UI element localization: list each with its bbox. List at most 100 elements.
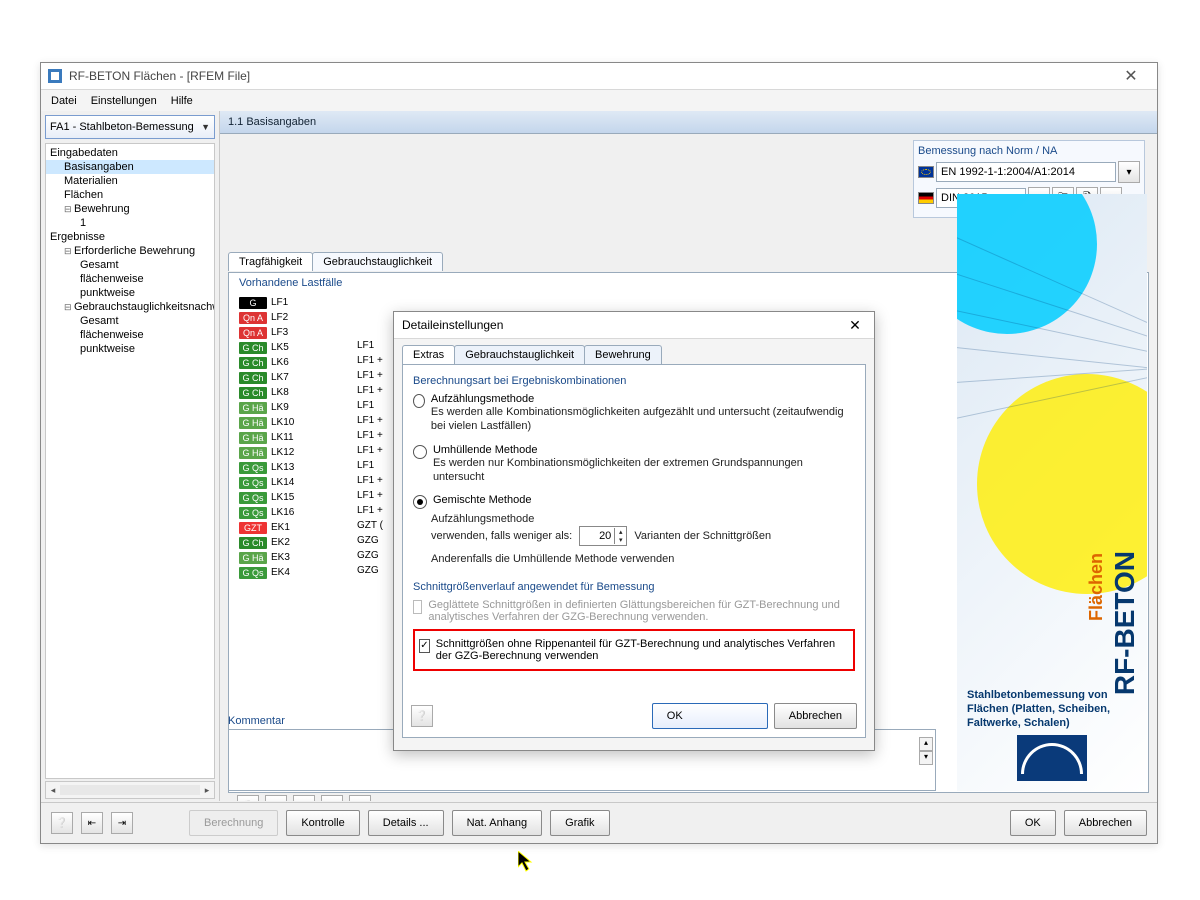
loadcase-tag: G Qs: [239, 567, 267, 579]
dialog-close-button[interactable]: ✕: [844, 317, 866, 334]
prev-icon[interactable]: ⇤: [81, 812, 103, 834]
loadcase-name: LK16: [271, 507, 294, 518]
loadcase-row[interactable]: G QsLK13: [239, 460, 349, 475]
loadcase-row[interactable]: G HäLK12: [239, 445, 349, 460]
menu-settings[interactable]: Einstellungen: [91, 95, 157, 107]
loadcase-tag: G Hä: [239, 417, 267, 429]
loadcase-row[interactable]: G HäEK3: [239, 550, 349, 565]
loadcase-row[interactable]: GZTEK1: [239, 520, 349, 535]
columns-icon[interactable]: ⎚: [321, 795, 343, 801]
eu-flag-icon: [918, 166, 934, 178]
loadcase-row[interactable]: G ChLK8: [239, 385, 349, 400]
loadcase-name: EK2: [271, 537, 290, 548]
collapse-icon[interactable]: ⊟: [64, 302, 74, 313]
loadcase-row[interactable]: G QsLK14: [239, 475, 349, 490]
loadcase-name: LK15: [271, 492, 294, 503]
tree-bewehrung[interactable]: ⊟Bewehrung: [46, 202, 214, 216]
dialog-cancel-button[interactable]: Abbrechen: [774, 703, 857, 729]
loadcase-row[interactable]: G Ch EK2: [239, 535, 349, 550]
grafik-button[interactable]: Grafik: [550, 810, 609, 836]
close-button[interactable]: ✕: [1111, 66, 1151, 86]
footer: ❔ ⇤ ⇥ Berechnung Kontrolle Details ... N…: [41, 802, 1157, 843]
collapse-icon[interactable]: ⊟: [64, 204, 74, 215]
tree-eingabedaten[interactable]: Eingabedaten: [46, 146, 214, 160]
variants-spinner[interactable]: ▴▾: [579, 526, 627, 546]
tree-ergebnisse[interactable]: Ergebnisse: [46, 230, 214, 244]
tree-punktweise[interactable]: punktweise: [46, 286, 214, 300]
loadcase-row[interactable]: G QsLK16: [239, 505, 349, 520]
tab-bewehrung[interactable]: Bewehrung: [584, 345, 662, 364]
tree-pw2[interactable]: punktweise: [46, 342, 214, 356]
loadcase-row[interactable]: G QsEK4: [239, 565, 349, 580]
tab-tragfaehigkeit[interactable]: Tragfähigkeit: [228, 252, 313, 271]
tree-basisangaben[interactable]: Basisangaben: [46, 160, 214, 174]
radio-aufzaehlung[interactable]: Aufzählungsmethode Es werden alle Kombin…: [413, 393, 855, 434]
case-combobox[interactable]: FA1 - Stahlbeton-Bemessung ▼: [45, 115, 215, 139]
loadcase-row[interactable]: Qn ALF3: [239, 325, 349, 340]
loadcase-row[interactable]: G HäLK9: [239, 400, 349, 415]
tree-gesamt2[interactable]: Gesamt: [46, 314, 214, 328]
check-ohne-rippen[interactable]: Schnittgrößen ohne Rippenanteil für GZT-…: [419, 638, 849, 662]
chevron-down-icon: ▼: [201, 122, 210, 132]
help-icon[interactable]: ❔: [411, 705, 433, 727]
loadcase-row[interactable]: Qn ALF2: [239, 310, 349, 325]
abbrechen-button[interactable]: Abbrechen: [1064, 810, 1147, 836]
up-icon[interactable]: ▴: [919, 737, 933, 751]
loadcase-row[interactable]: G ChLK5: [239, 340, 349, 355]
loadcase-name: LK5: [271, 342, 289, 353]
tree-erf-bewehrung[interactable]: ⊟Erforderliche Bewehrung: [46, 244, 214, 258]
copy-icon[interactable]: ⎘: [349, 795, 371, 801]
menu-file[interactable]: Datei: [51, 95, 77, 107]
nav-tree[interactable]: Eingabedaten Basisangaben Materialien Fl…: [45, 143, 215, 779]
ok-button[interactable]: OK: [1010, 810, 1056, 836]
loadcase-tag: G Ch: [239, 387, 267, 399]
tree-gesamt[interactable]: Gesamt: [46, 258, 214, 272]
tree-flw2[interactable]: flächenweise: [46, 328, 214, 342]
loadcase-name: EK3: [271, 552, 290, 563]
loadcase-row[interactable]: G HäLK10: [239, 415, 349, 430]
up-icon[interactable]: ▴: [614, 528, 626, 536]
loadcase-list[interactable]: GLF1Qn ALF2Qn ALF3G ChLK5G ChLK6G ChLK7G…: [239, 295, 349, 752]
loadcase-name: LF2: [271, 312, 288, 323]
tab-extras[interactable]: Extras: [402, 345, 455, 364]
down-icon[interactable]: ▾: [614, 536, 626, 544]
scroll-right-icon[interactable]: ▸: [200, 785, 214, 796]
loadcase-row[interactable]: G QsLK15: [239, 490, 349, 505]
radio-gemischt[interactable]: Gemischte Methode: [413, 494, 855, 509]
tree-materialien[interactable]: Materialien: [46, 174, 214, 188]
details-button[interactable]: Details ...: [368, 810, 444, 836]
zero-icon[interactable]: 0.00: [265, 795, 287, 801]
tree-flaechen[interactable]: Flächen: [46, 188, 214, 202]
down-icon[interactable]: ▾: [919, 751, 933, 765]
tree-bewehrung-1[interactable]: 1: [46, 216, 214, 230]
help-icon[interactable]: ❔: [51, 812, 73, 834]
refresh-icon[interactable]: ↻: [293, 795, 315, 801]
brand-subtitle: Flächen: [1086, 553, 1107, 621]
loadcase-row[interactable]: G HäLK11: [239, 430, 349, 445]
menu-help[interactable]: Hilfe: [171, 95, 193, 107]
chevron-down-icon[interactable]: ▾: [1118, 161, 1140, 183]
scroll-left-icon[interactable]: ◂: [46, 785, 60, 796]
tree-gtn[interactable]: ⊟Gebrauchstauglichkeitsnachweis: [46, 300, 214, 314]
tree-scrollbar[interactable]: ◂ ▸: [45, 781, 215, 799]
help-icon[interactable]: ❔: [237, 795, 259, 801]
comment-spinner[interactable]: ▴▾: [919, 737, 933, 765]
dialog-ok-button[interactable]: OK: [652, 703, 768, 729]
next-icon[interactable]: ⇥: [111, 812, 133, 834]
norm-main-select[interactable]: EN 1992-1-1:2004/A1:2014: [936, 162, 1116, 182]
check-geglaettet[interactable]: Geglättete Schnittgrößen in definierten …: [413, 599, 855, 623]
loadcase-row[interactable]: GLF1: [239, 295, 349, 310]
tree-flaechenweise[interactable]: flächenweise: [46, 272, 214, 286]
loadcase-tag: G Ch: [239, 537, 267, 549]
mouse-cursor: [518, 851, 538, 878]
nat-anhang-button[interactable]: Nat. Anhang: [452, 810, 543, 836]
loadcase-row[interactable]: G ChLK7: [239, 370, 349, 385]
variants-input[interactable]: [580, 528, 614, 544]
tab-gebrauch[interactable]: Gebrauchstauglichkeit: [312, 252, 443, 271]
collapse-icon[interactable]: ⊟: [64, 246, 74, 257]
loadcase-row[interactable]: G ChLK6: [239, 355, 349, 370]
berechnung-button: Berechnung: [189, 810, 278, 836]
kontrolle-button[interactable]: Kontrolle: [286, 810, 359, 836]
tab-gebrauch[interactable]: Gebrauchstauglichkeit: [454, 345, 585, 364]
radio-umhuellende[interactable]: Umhüllende Methode Es werden nur Kombina…: [413, 444, 855, 485]
